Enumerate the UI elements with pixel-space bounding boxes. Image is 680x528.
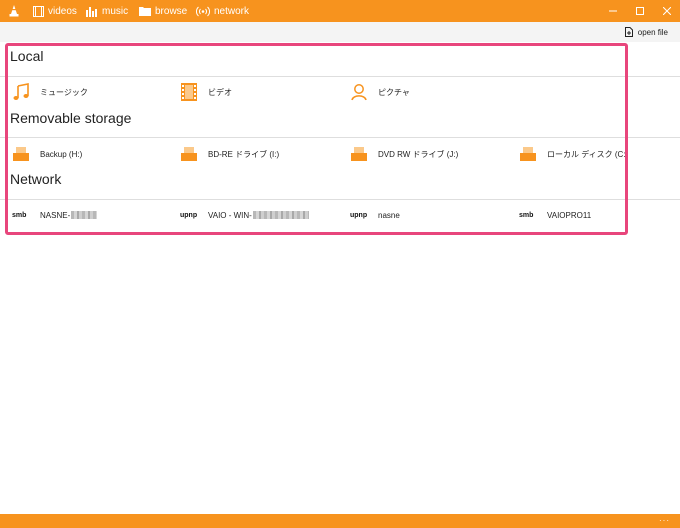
local-item-video[interactable]: ビデオ	[180, 83, 232, 101]
more-button[interactable]: ···	[659, 516, 670, 525]
music-bars-icon	[86, 6, 97, 17]
maximize-icon	[636, 7, 644, 15]
network-item-label: VAIOPRO11	[547, 210, 592, 220]
bottom-bar: ···	[0, 514, 680, 528]
nav-videos-label: videos	[48, 5, 77, 17]
minimize-button[interactable]	[600, 0, 626, 22]
removable-item-local-disk[interactable]: ローカル ディスク (C:)	[519, 145, 628, 163]
removable-item-label: BD-RE ドライブ (I:)	[208, 149, 280, 159]
network-item-vaio-upnp[interactable]: upnp VAIO - WIN-	[180, 206, 309, 224]
nav-music-label: music	[102, 5, 129, 17]
drive-icon	[13, 147, 29, 161]
person-icon	[351, 84, 367, 101]
music-note-icon	[13, 83, 29, 100]
command-bar: open file	[0, 22, 680, 42]
removable-item-label: Backup (H:)	[40, 149, 83, 159]
close-button[interactable]	[654, 0, 680, 22]
protocol-tag: smb	[519, 211, 534, 219]
network-item-nasne-upnp[interactable]: upnp nasne	[350, 206, 400, 224]
section-title-local: Local	[10, 48, 44, 64]
removable-item-bd-re[interactable]: BD-RE ドライブ (I:)	[180, 145, 279, 163]
network-item-label: VAIO - WIN-	[208, 211, 309, 220]
local-item-pictures[interactable]: ピクチャ	[350, 83, 410, 101]
removable-item-dvd-rw[interactable]: DVD RW ドライブ (J:)	[350, 145, 458, 163]
redacted-text	[71, 211, 98, 220]
local-item-label: ビデオ	[208, 87, 232, 97]
network-item-label: NASNE-	[40, 211, 98, 220]
removable-item-backup[interactable]: Backup (H:)	[12, 145, 82, 163]
section-title-removable-storage: Removable storage	[10, 110, 132, 126]
maximize-button[interactable]	[627, 0, 653, 22]
section-title-network: Network	[10, 171, 62, 187]
protocol-tag: smb	[12, 211, 27, 219]
drive-icon	[351, 147, 367, 161]
nav-browse-label: browse	[155, 5, 188, 17]
open-file-label: open file	[637, 27, 668, 37]
open-file-button[interactable]: open file	[624, 25, 668, 39]
nav-network[interactable]: network	[196, 0, 249, 22]
divider	[0, 137, 680, 138]
network-item-label: nasne	[378, 210, 400, 220]
vlc-cone-icon[interactable]	[9, 5, 19, 17]
network-item-vaiopro11-smb[interactable]: smb VAIOPRO11	[519, 206, 591, 224]
close-icon	[663, 7, 671, 15]
divider	[0, 76, 680, 77]
network-item-nasne-smb[interactable]: smb NASNE-	[12, 206, 98, 224]
nav-browse[interactable]: browse	[139, 0, 187, 22]
local-item-label: ミュージック	[40, 87, 88, 97]
top-nav-bar: videos music browse network	[0, 0, 680, 22]
redacted-text	[252, 211, 309, 220]
removable-item-label: ローカル ディスク (C:)	[547, 149, 629, 159]
file-icon	[624, 27, 633, 37]
drive-icon	[181, 147, 197, 161]
divider	[0, 199, 680, 200]
protocol-tag: upnp	[180, 211, 198, 219]
film-icon	[33, 5, 44, 17]
local-item-music[interactable]: ミュージック	[12, 83, 88, 101]
nav-network-label: network	[214, 5, 250, 17]
drive-icon	[520, 147, 536, 161]
film-icon	[181, 83, 197, 101]
protocol-tag: upnp	[350, 211, 368, 219]
folder-icon	[139, 7, 151, 16]
broadcast-icon	[196, 6, 210, 16]
minimize-icon	[609, 10, 617, 12]
nav-music[interactable]: music	[86, 0, 128, 22]
local-item-label: ピクチャ	[378, 87, 410, 97]
removable-item-label: DVD RW ドライブ (J:)	[378, 149, 459, 159]
nav-videos[interactable]: videos	[33, 0, 77, 22]
